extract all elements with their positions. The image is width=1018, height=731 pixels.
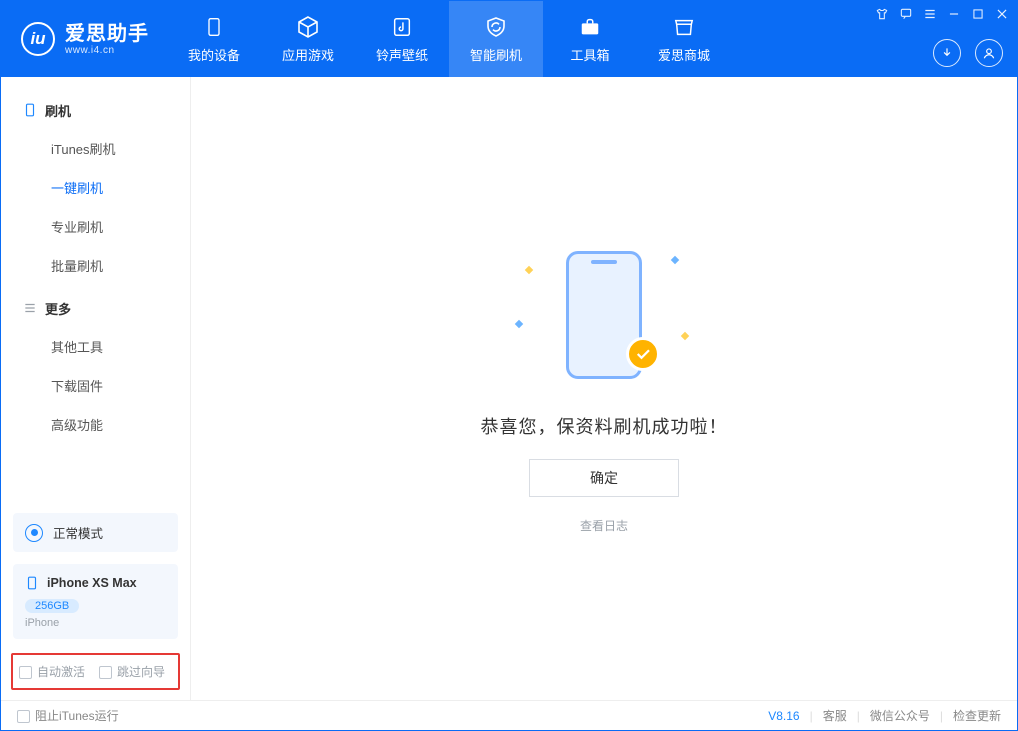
maximize-icon[interactable]: [971, 7, 985, 21]
music-note-icon: [390, 15, 414, 39]
cube-icon: [296, 15, 320, 39]
close-icon[interactable]: [995, 7, 1009, 21]
separator: |: [940, 709, 943, 723]
topbar: iu 爱思助手 www.i4.cn 我的设备 应用游戏 铃声壁纸 智能刷机 工具…: [1, 1, 1017, 77]
tab-label: 铃声壁纸: [376, 45, 428, 64]
tab-label: 应用游戏: [282, 45, 334, 64]
version-label: V8.16: [768, 709, 799, 723]
content: 恭喜您，保资料刷机成功啦！ 确定 查看日志: [191, 77, 1017, 700]
checkbox-label: 阻止iTunes运行: [35, 709, 119, 723]
device-phone-icon: [25, 574, 39, 592]
tab-toolbox[interactable]: 工具箱: [543, 1, 637, 77]
mode-card[interactable]: 正常模式: [13, 513, 178, 552]
flash-options-highlight: 自动激活 跳过向导: [11, 653, 180, 690]
checkbox-auto-activate[interactable]: 自动激活: [19, 663, 85, 680]
checkbox-skip-guide[interactable]: 跳过向导: [99, 663, 165, 680]
sparkle-icon: [671, 256, 679, 264]
device-storage-pill: 256GB: [25, 599, 79, 613]
device-name: iPhone XS Max: [47, 576, 137, 590]
success-message: 恭喜您，保资料刷机成功啦！: [481, 413, 728, 439]
tab-ringtone-wallpaper[interactable]: 铃声壁纸: [355, 1, 449, 77]
tab-label: 智能刷机: [470, 45, 522, 64]
briefcase-icon: [578, 15, 602, 39]
separator: |: [857, 709, 860, 723]
sidebar-group-more: 更多 其他工具 下载固件 高级功能: [1, 293, 190, 444]
user-icons: [933, 39, 1003, 67]
success-illustration: [514, 243, 694, 393]
sidebar-item-oneclick-flash[interactable]: 一键刷机: [23, 168, 168, 207]
phone-outline-icon: [23, 101, 37, 119]
sidebar-item-pro-flash[interactable]: 专业刷机: [23, 207, 168, 246]
menu-icon[interactable]: [923, 7, 937, 21]
customer-service-link[interactable]: 客服: [823, 707, 847, 724]
sidebar-group-flash: 刷机 iTunes刷机 一键刷机 专业刷机 批量刷机: [1, 95, 190, 285]
window-controls: [875, 7, 1009, 21]
phone-icon: [202, 15, 226, 39]
tab-label: 工具箱: [570, 45, 609, 64]
feedback-icon[interactable]: [899, 7, 913, 21]
ok-button[interactable]: 确定: [529, 459, 679, 497]
tab-store[interactable]: 爱思商城: [637, 1, 731, 77]
brand-logo-icon: iu: [21, 22, 55, 56]
device-type: iPhone: [25, 617, 166, 629]
tab-my-device[interactable]: 我的设备: [167, 1, 261, 77]
tab-bar: 我的设备 应用游戏 铃声壁纸 智能刷机 工具箱 爱思商城: [167, 1, 731, 77]
sidebar-item-itunes-flash[interactable]: iTunes刷机: [23, 129, 168, 168]
separator: |: [810, 709, 813, 723]
sidebar-group-title: 更多: [23, 293, 168, 323]
check-badge-icon: [626, 337, 660, 371]
tab-apps-games[interactable]: 应用游戏: [261, 1, 355, 77]
sidebar-item-advanced[interactable]: 高级功能: [23, 405, 168, 444]
tab-label: 爱思商城: [658, 45, 710, 64]
brand: iu 爱思助手 www.i4.cn: [1, 1, 167, 77]
sidebar-title-text: 刷机: [45, 101, 71, 120]
tab-label: 我的设备: [188, 45, 240, 64]
sparkle-icon: [525, 266, 533, 274]
mode-label: 正常模式: [53, 523, 103, 542]
view-log-link[interactable]: 查看日志: [580, 517, 628, 534]
list-icon: [23, 301, 37, 315]
brand-subtitle: www.i4.cn: [65, 45, 149, 56]
checkbox-label: 自动激活: [37, 665, 85, 679]
minimize-icon[interactable]: [947, 7, 961, 21]
sidebar-item-other-tools[interactable]: 其他工具: [23, 327, 168, 366]
sidebar-item-batch-flash[interactable]: 批量刷机: [23, 246, 168, 285]
brand-title: 爱思助手: [65, 23, 149, 45]
sidebar: 刷机 iTunes刷机 一键刷机 专业刷机 批量刷机 更多 其他工具 下载固件 …: [1, 77, 191, 700]
user-icon[interactable]: [975, 39, 1003, 67]
checkbox-block-itunes[interactable]: 阻止iTunes运行: [17, 707, 119, 724]
tab-smart-flash[interactable]: 智能刷机: [449, 1, 543, 77]
sidebar-group-title: 刷机: [23, 95, 168, 125]
sparkle-icon: [515, 320, 523, 328]
sparkle-icon: [681, 332, 689, 340]
mode-status-icon: [25, 524, 43, 542]
wechat-link[interactable]: 微信公众号: [870, 707, 930, 724]
device-card[interactable]: iPhone XS Max 256GB iPhone: [13, 564, 178, 639]
footer: 阻止iTunes运行 V8.16 | 客服 | 微信公众号 | 检查更新: [1, 700, 1017, 730]
shop-icon: [672, 15, 696, 39]
tshirt-icon[interactable]: [875, 7, 889, 21]
sidebar-title-text: 更多: [45, 299, 71, 318]
download-icon[interactable]: [933, 39, 961, 67]
sidebar-item-download-firmware[interactable]: 下载固件: [23, 366, 168, 405]
main: 刷机 iTunes刷机 一键刷机 专业刷机 批量刷机 更多 其他工具 下载固件 …: [1, 77, 1017, 700]
refresh-shield-icon: [484, 15, 508, 39]
checkbox-label: 跳过向导: [117, 665, 165, 679]
check-update-link[interactable]: 检查更新: [953, 707, 1001, 724]
